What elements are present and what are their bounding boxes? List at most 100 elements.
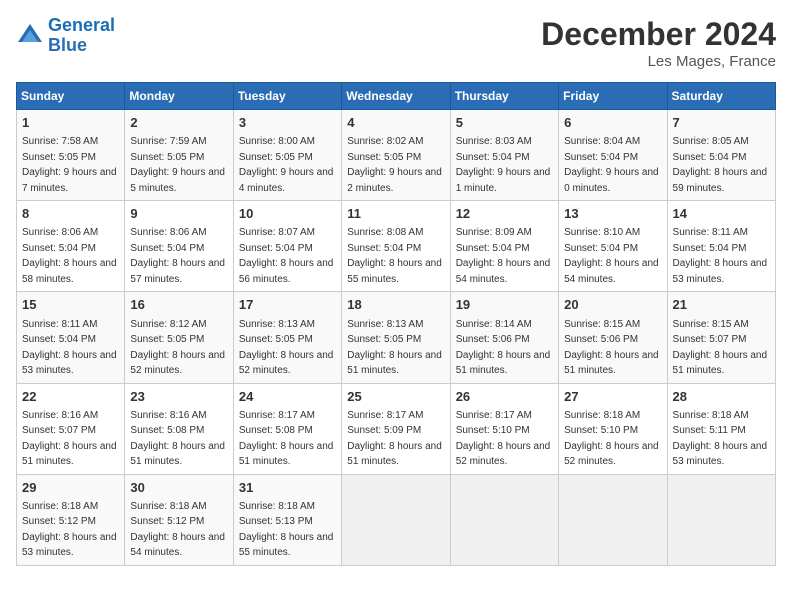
weekday-header: Sunday xyxy=(17,83,125,110)
calendar-day-cell: 21 Sunrise: 8:15 AMSunset: 5:07 PMDaylig… xyxy=(667,292,775,383)
empty-cell xyxy=(667,474,775,565)
day-info: Sunrise: 8:18 AMSunset: 5:11 PMDaylight:… xyxy=(673,410,768,468)
day-number: 5 xyxy=(456,114,553,132)
weekday-header: Friday xyxy=(559,83,667,110)
day-info: Sunrise: 8:16 AMSunset: 5:08 PMDaylight:… xyxy=(130,410,225,468)
day-number: 20 xyxy=(564,296,661,314)
day-info: Sunrise: 8:18 AMSunset: 5:12 PMDaylight:… xyxy=(22,501,117,559)
day-info: Sunrise: 8:09 AMSunset: 5:04 PMDaylight:… xyxy=(456,227,551,285)
calendar-day-cell: 12 Sunrise: 8:09 AMSunset: 5:04 PMDaylig… xyxy=(450,201,558,292)
calendar-day-cell: 29 Sunrise: 8:18 AMSunset: 5:12 PMDaylig… xyxy=(17,474,125,565)
month-title: December 2024 xyxy=(541,16,776,53)
day-number: 15 xyxy=(22,296,119,314)
day-info: Sunrise: 8:15 AMSunset: 5:06 PMDaylight:… xyxy=(564,319,659,377)
logo-line1: General xyxy=(48,15,115,35)
day-info: Sunrise: 8:13 AMSunset: 5:05 PMDaylight:… xyxy=(239,319,334,377)
day-info: Sunrise: 8:17 AMSunset: 5:08 PMDaylight:… xyxy=(239,410,334,468)
day-info: Sunrise: 8:06 AMSunset: 5:04 PMDaylight:… xyxy=(130,227,225,285)
calendar-day-cell: 25 Sunrise: 8:17 AMSunset: 5:09 PMDaylig… xyxy=(342,383,450,474)
day-info: Sunrise: 8:11 AMSunset: 5:04 PMDaylight:… xyxy=(22,319,117,377)
calendar-table: SundayMondayTuesdayWednesdayThursdayFrid… xyxy=(16,82,776,566)
day-info: Sunrise: 8:18 AMSunset: 5:12 PMDaylight:… xyxy=(130,501,225,559)
empty-cell xyxy=(342,474,450,565)
empty-cell xyxy=(559,474,667,565)
day-info: Sunrise: 8:15 AMSunset: 5:07 PMDaylight:… xyxy=(673,319,768,377)
day-info: Sunrise: 8:02 AMSunset: 5:05 PMDaylight:… xyxy=(347,136,442,194)
day-number: 19 xyxy=(456,296,553,314)
empty-cell xyxy=(450,474,558,565)
day-info: Sunrise: 8:06 AMSunset: 5:04 PMDaylight:… xyxy=(22,227,117,285)
day-number: 29 xyxy=(22,479,119,497)
calendar-day-cell: 26 Sunrise: 8:17 AMSunset: 5:10 PMDaylig… xyxy=(450,383,558,474)
logo-line2: Blue xyxy=(48,35,87,55)
day-info: Sunrise: 8:08 AMSunset: 5:04 PMDaylight:… xyxy=(347,227,442,285)
calendar-day-cell: 13 Sunrise: 8:10 AMSunset: 5:04 PMDaylig… xyxy=(559,201,667,292)
day-info: Sunrise: 8:17 AMSunset: 5:10 PMDaylight:… xyxy=(456,410,551,468)
calendar-day-cell: 30 Sunrise: 8:18 AMSunset: 5:12 PMDaylig… xyxy=(125,474,233,565)
day-info: Sunrise: 8:07 AMSunset: 5:04 PMDaylight:… xyxy=(239,227,334,285)
day-number: 21 xyxy=(673,296,770,314)
weekday-header: Monday xyxy=(125,83,233,110)
day-info: Sunrise: 8:18 AMSunset: 5:10 PMDaylight:… xyxy=(564,410,659,468)
day-info: Sunrise: 7:59 AMSunset: 5:05 PMDaylight:… xyxy=(130,136,225,194)
day-number: 27 xyxy=(564,388,661,406)
calendar-day-cell: 10 Sunrise: 8:07 AMSunset: 5:04 PMDaylig… xyxy=(233,201,341,292)
calendar-day-cell: 27 Sunrise: 8:18 AMSunset: 5:10 PMDaylig… xyxy=(559,383,667,474)
day-number: 2 xyxy=(130,114,227,132)
calendar-day-cell: 20 Sunrise: 8:15 AMSunset: 5:06 PMDaylig… xyxy=(559,292,667,383)
day-info: Sunrise: 8:10 AMSunset: 5:04 PMDaylight:… xyxy=(564,227,659,285)
calendar-day-cell: 19 Sunrise: 8:14 AMSunset: 5:06 PMDaylig… xyxy=(450,292,558,383)
day-number: 10 xyxy=(239,205,336,223)
day-number: 17 xyxy=(239,296,336,314)
calendar-day-cell: 24 Sunrise: 8:17 AMSunset: 5:08 PMDaylig… xyxy=(233,383,341,474)
day-number: 31 xyxy=(239,479,336,497)
day-number: 24 xyxy=(239,388,336,406)
day-number: 4 xyxy=(347,114,444,132)
weekday-header: Wednesday xyxy=(342,83,450,110)
day-info: Sunrise: 8:00 AMSunset: 5:05 PMDaylight:… xyxy=(239,136,334,194)
day-info: Sunrise: 8:14 AMSunset: 5:06 PMDaylight:… xyxy=(456,319,551,377)
day-info: Sunrise: 8:17 AMSunset: 5:09 PMDaylight:… xyxy=(347,410,442,468)
logo-icon xyxy=(16,22,44,50)
location-title: Les Mages, France xyxy=(541,53,776,70)
weekday-header: Tuesday xyxy=(233,83,341,110)
day-number: 6 xyxy=(564,114,661,132)
calendar-day-cell: 22 Sunrise: 8:16 AMSunset: 5:07 PMDaylig… xyxy=(17,383,125,474)
day-info: Sunrise: 8:05 AMSunset: 5:04 PMDaylight:… xyxy=(673,136,768,194)
logo: General Blue xyxy=(16,16,115,56)
calendar-day-cell: 15 Sunrise: 8:11 AMSunset: 5:04 PMDaylig… xyxy=(17,292,125,383)
page-header: General Blue December 2024 Les Mages, Fr… xyxy=(16,16,776,70)
calendar-day-cell: 5 Sunrise: 8:03 AMSunset: 5:04 PMDayligh… xyxy=(450,110,558,201)
calendar-day-cell: 9 Sunrise: 8:06 AMSunset: 5:04 PMDayligh… xyxy=(125,201,233,292)
calendar-day-cell: 4 Sunrise: 8:02 AMSunset: 5:05 PMDayligh… xyxy=(342,110,450,201)
day-info: Sunrise: 8:12 AMSunset: 5:05 PMDaylight:… xyxy=(130,319,225,377)
weekday-header: Saturday xyxy=(667,83,775,110)
day-number: 30 xyxy=(130,479,227,497)
calendar-day-cell: 3 Sunrise: 8:00 AMSunset: 5:05 PMDayligh… xyxy=(233,110,341,201)
calendar-title-area: December 2024 Les Mages, France xyxy=(541,16,776,70)
day-info: Sunrise: 8:13 AMSunset: 5:05 PMDaylight:… xyxy=(347,319,442,377)
calendar-day-cell: 14 Sunrise: 8:11 AMSunset: 5:04 PMDaylig… xyxy=(667,201,775,292)
day-number: 26 xyxy=(456,388,553,406)
day-info: Sunrise: 8:04 AMSunset: 5:04 PMDaylight:… xyxy=(564,136,659,194)
calendar-day-cell: 8 Sunrise: 8:06 AMSunset: 5:04 PMDayligh… xyxy=(17,201,125,292)
day-number: 16 xyxy=(130,296,227,314)
calendar-day-cell: 23 Sunrise: 8:16 AMSunset: 5:08 PMDaylig… xyxy=(125,383,233,474)
day-info: Sunrise: 8:11 AMSunset: 5:04 PMDaylight:… xyxy=(673,227,768,285)
day-info: Sunrise: 8:03 AMSunset: 5:04 PMDaylight:… xyxy=(456,136,551,194)
day-number: 13 xyxy=(564,205,661,223)
day-info: Sunrise: 8:18 AMSunset: 5:13 PMDaylight:… xyxy=(239,501,334,559)
day-info: Sunrise: 8:16 AMSunset: 5:07 PMDaylight:… xyxy=(22,410,117,468)
day-number: 12 xyxy=(456,205,553,223)
day-number: 14 xyxy=(673,205,770,223)
calendar-day-cell: 16 Sunrise: 8:12 AMSunset: 5:05 PMDaylig… xyxy=(125,292,233,383)
calendar-day-cell: 1 Sunrise: 7:58 AMSunset: 5:05 PMDayligh… xyxy=(17,110,125,201)
calendar-day-cell: 2 Sunrise: 7:59 AMSunset: 5:05 PMDayligh… xyxy=(125,110,233,201)
day-number: 25 xyxy=(347,388,444,406)
day-number: 9 xyxy=(130,205,227,223)
day-number: 8 xyxy=(22,205,119,223)
day-number: 18 xyxy=(347,296,444,314)
day-number: 7 xyxy=(673,114,770,132)
calendar-day-cell: 28 Sunrise: 8:18 AMSunset: 5:11 PMDaylig… xyxy=(667,383,775,474)
calendar-day-cell: 17 Sunrise: 8:13 AMSunset: 5:05 PMDaylig… xyxy=(233,292,341,383)
